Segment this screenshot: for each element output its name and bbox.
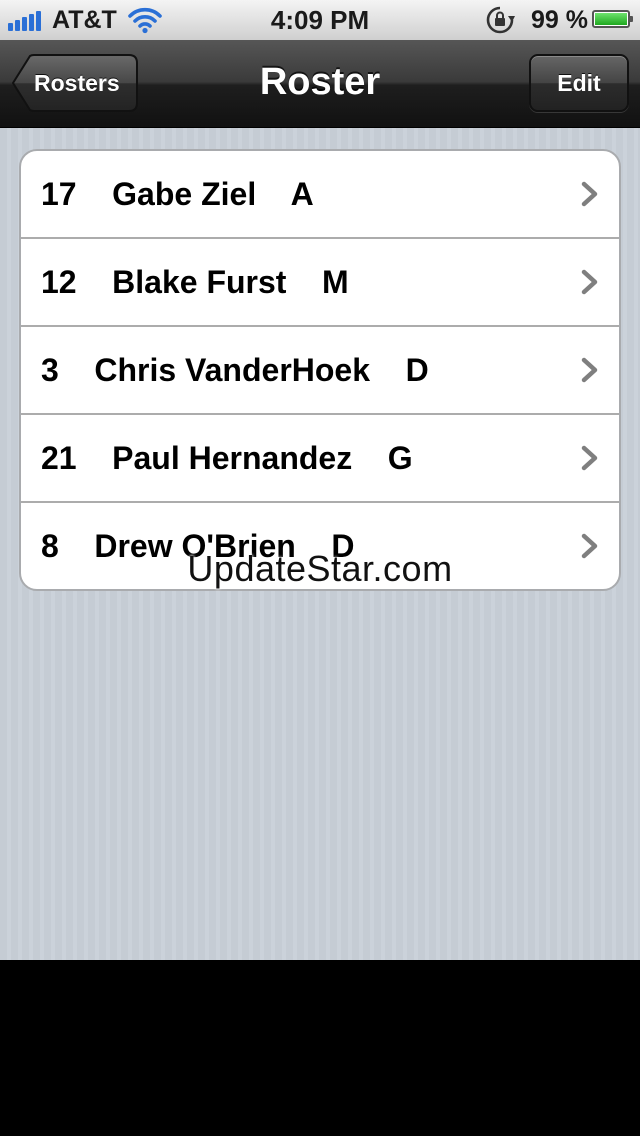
table-row[interactable]: 21 Paul Hernandez G [21, 413, 619, 501]
disclosure-chevron-icon [581, 445, 598, 471]
roster-row-label: 12 Blake Furst M [41, 263, 349, 300]
watermark-text: UpdateStar.com [187, 548, 453, 589]
table-row[interactable]: 3 Chris VanderHoek D [21, 325, 619, 413]
disclosure-chevron-icon [581, 181, 598, 207]
back-button-label: Rosters [34, 70, 120, 96]
table-row[interactable]: 17 Gabe Ziel A [21, 151, 619, 237]
content-area: 17 Gabe Ziel A 12 Blake Furst M 3 Chris … [0, 128, 640, 960]
roster-table: 17 Gabe Ziel A 12 Blake Furst M 3 Chris … [19, 149, 621, 591]
disclosure-chevron-icon [581, 357, 598, 383]
table-row[interactable]: 12 Blake Furst M [21, 237, 619, 325]
status-bar: AT&T 4:09 PM 99 % [0, 0, 640, 40]
bottom-black-area [0, 960, 640, 1136]
navigation-bar: Roster Rosters Edit [0, 40, 640, 128]
rotation-lock-icon [484, 5, 516, 42]
edit-button[interactable]: Edit [529, 54, 629, 112]
screen: AT&T 4:09 PM 99 % Roster Rosters Edit 17… [0, 0, 640, 1136]
battery-percent: 99 % [531, 6, 588, 34]
battery-icon [592, 10, 633, 28]
battery-level [595, 13, 627, 25]
roster-row-label: 17 Gabe Ziel A [41, 175, 314, 212]
roster-row-label: 3 Chris VanderHoek D [41, 351, 429, 388]
back-button-rosters[interactable]: Rosters [12, 54, 138, 112]
roster-row-label: 21 Paul Hernandez G [41, 439, 413, 476]
disclosure-chevron-icon [581, 269, 598, 295]
